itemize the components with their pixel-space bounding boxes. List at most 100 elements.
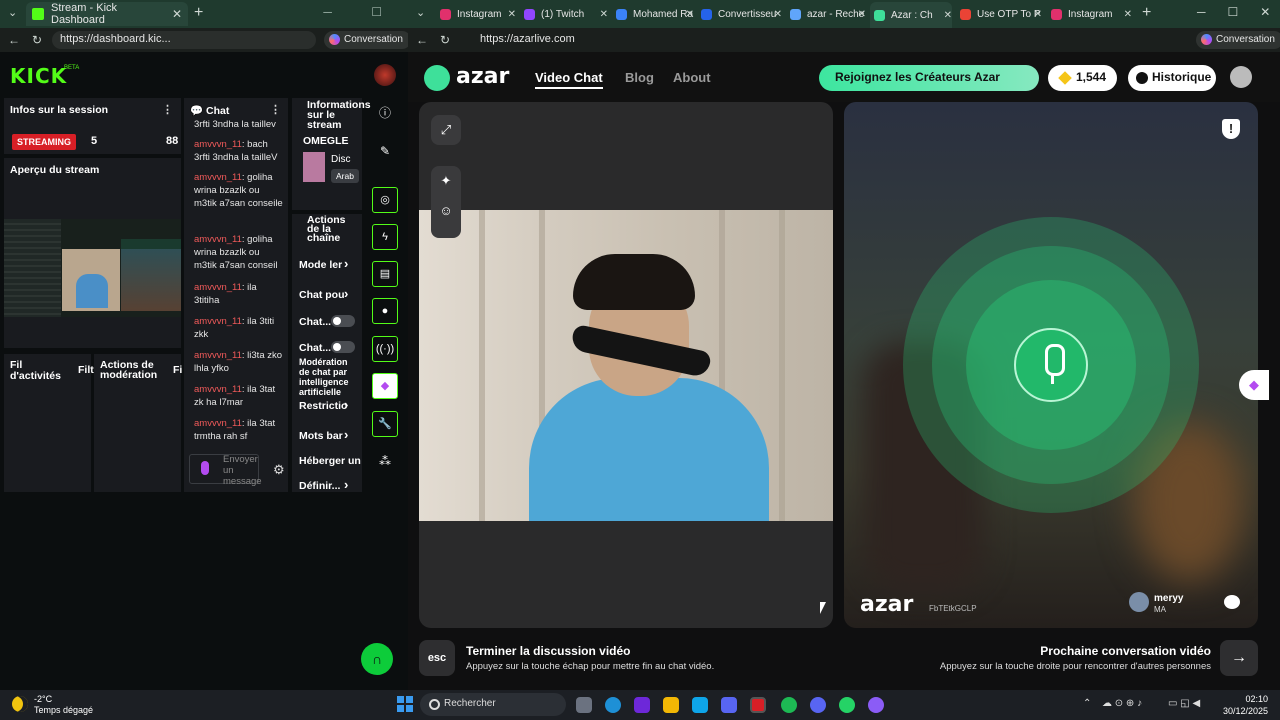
azar-logo-icon[interactable]	[424, 65, 450, 91]
tab-list-icon[interactable]: ⌄	[416, 6, 425, 19]
chat-username[interactable]: amvvvn_11	[194, 234, 242, 245]
discord-icon[interactable]	[810, 697, 826, 713]
tray-system-icons[interactable]: ▭ ◱ ◀	[1168, 698, 1200, 709]
chat-bubble-icon[interactable]: ●	[372, 298, 398, 324]
activity-filter[interactable]: Filt	[78, 364, 94, 376]
chat-placeholder[interactable]: Envoyer un message	[223, 454, 265, 487]
action-item-6[interactable]: Mots bar	[299, 430, 343, 442]
stream-preview[interactable]	[4, 219, 181, 317]
share-icon[interactable]: ⁂	[372, 448, 398, 474]
browser-tab[interactable]: Mohamed Ra ✕	[612, 4, 694, 24]
esc-key-button[interactable]: esc	[419, 640, 455, 676]
report-icon[interactable]: !	[1222, 119, 1240, 139]
weather-widget[interactable]: -2°C Temps dégagé	[34, 694, 93, 716]
nav-video-chat[interactable]: Video Chat	[535, 70, 603, 85]
back-icon[interactable]: ←	[416, 33, 428, 47]
lightning-icon[interactable]: ϟ	[372, 224, 398, 250]
document-icon[interactable]: ▤	[372, 261, 398, 287]
wrench-icon[interactable]: 🔧	[372, 411, 398, 437]
chat-username[interactable]: amvvvn_11	[194, 384, 242, 395]
folder-icon[interactable]	[663, 697, 679, 713]
nav-blog[interactable]: Blog	[625, 70, 654, 85]
new-tab-icon[interactable]: +	[1142, 4, 1151, 22]
browser-tab[interactable]: azar - Reche ✕	[786, 4, 866, 24]
chat-username[interactable]: amvvvn_11	[194, 418, 242, 429]
close-icon[interactable]: ✕	[508, 9, 516, 20]
session-menu-icon[interactable]: ⋮	[162, 103, 173, 116]
chat-username[interactable]: amvvvn_11	[194, 350, 242, 361]
browser-tab[interactable]: Convertisseu ✕	[697, 4, 782, 24]
action-item-7[interactable]: Héberger une	[299, 455, 361, 467]
history-button[interactable]: Historique	[1128, 65, 1216, 91]
arrow-right-icon[interactable]: →	[1220, 640, 1258, 676]
tab-kick-dashboard[interactable]: Stream - Kick Dashboard ✕	[26, 2, 188, 26]
chevron-right-icon[interactable]: ›	[344, 256, 348, 271]
action-item-1[interactable]: Chat pou	[299, 289, 345, 301]
whatsapp-icon[interactable]	[839, 697, 855, 713]
close-icon[interactable]: ✕	[774, 9, 782, 20]
broadcast-icon[interactable]: ((·))	[372, 336, 398, 362]
gems-button[interactable]: 1,544	[1048, 65, 1117, 91]
kick-logo[interactable]: KICK	[10, 64, 67, 88]
moon-icon[interactable]	[12, 696, 28, 712]
close-icon[interactable]: ✕	[944, 10, 952, 21]
info-icon[interactable]: ⓘ	[372, 100, 398, 126]
avatar[interactable]	[374, 64, 396, 86]
task-view-icon[interactable]	[576, 697, 592, 713]
mod-filter[interactable]: Fi	[173, 364, 182, 376]
tab-list-icon[interactable]: ⌄	[8, 6, 17, 19]
teams-icon[interactable]	[721, 697, 737, 713]
chevron-right-icon[interactable]: ›	[344, 477, 348, 492]
close-icon[interactable]: ✕	[600, 9, 608, 20]
conversation-button[interactable]: Conversation	[324, 31, 411, 49]
back-icon[interactable]: ←	[8, 33, 20, 47]
pencil-icon[interactable]: ✎	[372, 138, 398, 164]
chat-menu-icon[interactable]: ⋮	[270, 103, 281, 116]
nav-about[interactable]: About	[673, 70, 711, 85]
action-item-5[interactable]: Restrictio	[299, 400, 347, 412]
chat-username[interactable]: amvvvn_11	[194, 316, 242, 327]
browser-tab[interactable]: (1) Twitch ✕	[520, 4, 608, 24]
taskbar-search[interactable]: Rechercher	[420, 693, 566, 716]
edge-icon[interactable]	[605, 697, 621, 713]
chat-bubble-icon[interactable]	[1224, 595, 1240, 609]
app-icon[interactable]	[634, 697, 650, 713]
store-icon[interactable]	[692, 697, 708, 713]
clock[interactable]: 02:10 30/12/2025	[1222, 693, 1268, 717]
close-icon[interactable]: ✕	[1034, 9, 1042, 20]
chevron-right-icon[interactable]: ›	[344, 286, 348, 301]
chat-username[interactable]: amvvvn_11	[194, 172, 242, 183]
user-icon[interactable]	[1230, 66, 1252, 88]
window-controls[interactable]: ─☐✕	[1197, 5, 1280, 19]
mic-icon[interactable]	[201, 461, 209, 475]
browser-tab[interactable]: Instagram ✕	[436, 4, 516, 24]
close-icon[interactable]: ✕	[172, 7, 182, 21]
left-url-field[interactable]: https://dashboard.kic...	[52, 31, 316, 49]
tag-badge[interactable]: Arab	[331, 169, 359, 183]
action-item-4[interactable]: Modération de chat par intelligence arti…	[299, 357, 357, 397]
reload-icon[interactable]: ↻	[440, 33, 450, 47]
peer-avatar[interactable]	[1129, 592, 1149, 612]
spotify-icon[interactable]	[781, 697, 797, 713]
app-icon[interactable]	[868, 697, 884, 713]
close-icon[interactable]: ✕	[686, 9, 694, 20]
right-url-field[interactable]: https://azarlive.com	[472, 31, 1072, 49]
browser-tab[interactable]: Use OTP To P ✕	[956, 4, 1042, 24]
new-tab-icon[interactable]: +	[194, 4, 203, 22]
focus-icon[interactable]: ◎	[372, 187, 398, 213]
action-item-0[interactable]: Mode ler	[299, 259, 342, 271]
gem-icon[interactable]: ◆	[372, 373, 398, 399]
expand-icon[interactable]: ⤢	[431, 115, 461, 145]
creators-button[interactable]: Rejoignez les Créateurs Azar	[819, 65, 1039, 91]
gear-icon[interactable]: ⚙	[273, 462, 285, 478]
action-item-3[interactable]: Chat...	[299, 342, 331, 354]
reload-icon[interactable]: ↻	[32, 33, 42, 47]
windows-start-icon[interactable]	[397, 696, 413, 712]
toggle-switch[interactable]	[331, 315, 355, 327]
close-icon[interactable]: ✕	[1124, 9, 1132, 20]
category-thumbnail[interactable]	[303, 152, 325, 182]
tray-chevron-icon[interactable]: ⌃	[1083, 698, 1091, 709]
chat-username[interactable]: amvvvn_11	[194, 282, 242, 293]
gem-icon[interactable]: ◆	[1239, 370, 1269, 400]
tray-icons[interactable]: ☁ ⊙ ⊕ ♪	[1102, 698, 1142, 709]
